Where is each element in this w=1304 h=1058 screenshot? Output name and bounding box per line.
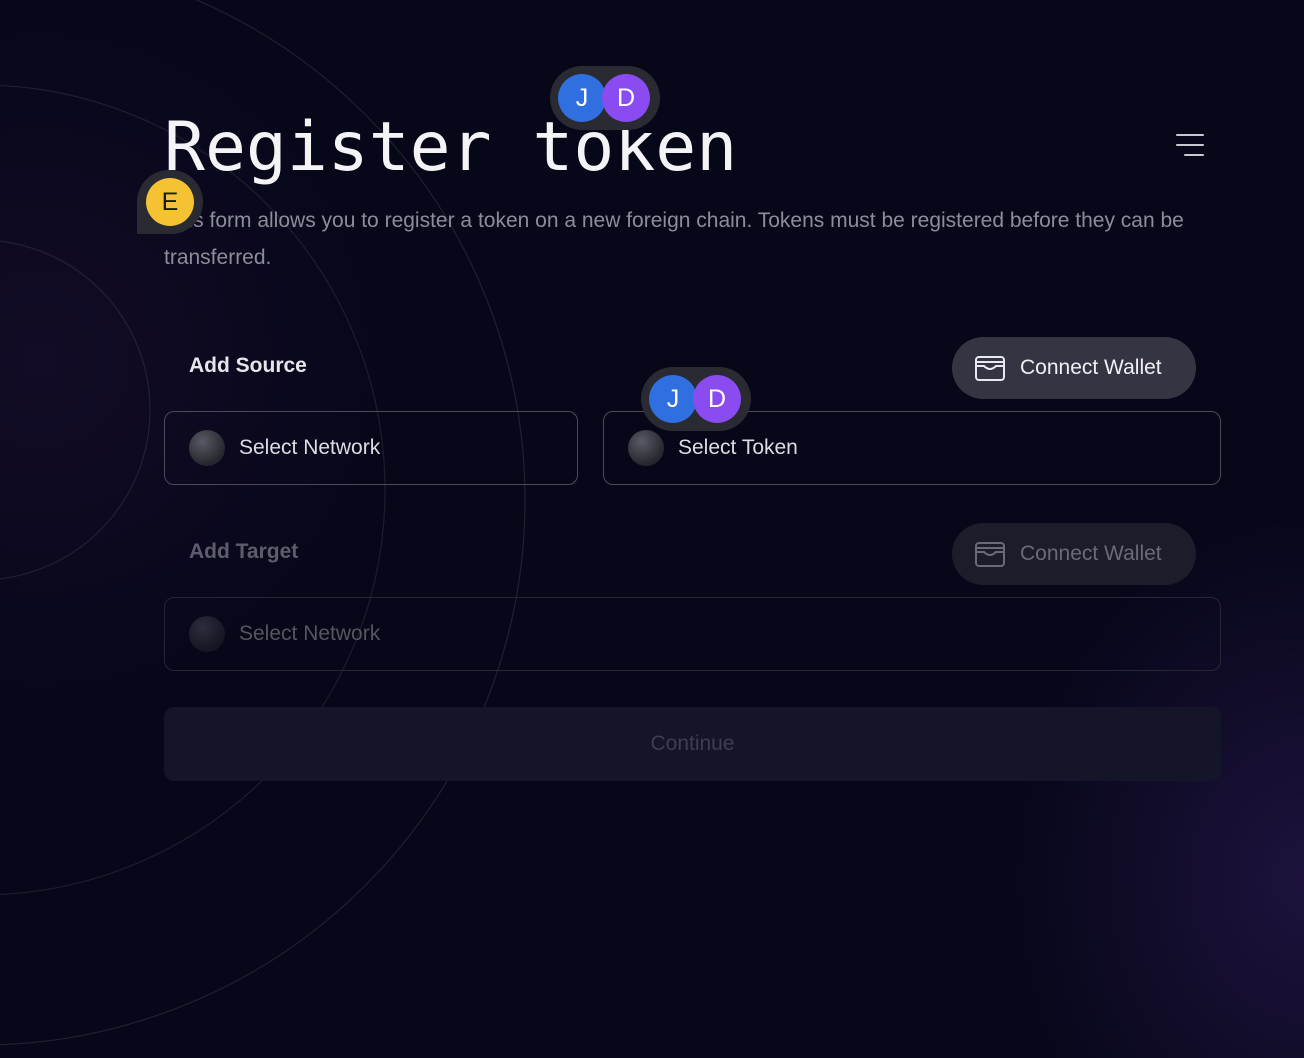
presence-group-field: J D xyxy=(641,367,751,431)
avatar: E xyxy=(146,178,194,226)
network-placeholder-icon xyxy=(189,430,225,466)
menu-button[interactable] xyxy=(1168,126,1212,164)
continue-button[interactable]: Continue xyxy=(164,707,1221,781)
avatar: J xyxy=(558,74,606,122)
token-placeholder-icon xyxy=(628,430,664,466)
target-network-placeholder: Select Network xyxy=(239,622,381,645)
presence-group-title: J D xyxy=(550,66,660,130)
avatar: J xyxy=(649,375,697,423)
source-network-placeholder: Select Network xyxy=(239,436,381,459)
network-placeholder-icon xyxy=(189,616,225,652)
menu-icon xyxy=(1176,134,1204,136)
avatar: D xyxy=(602,74,650,122)
source-network-select[interactable]: Select Network xyxy=(164,411,578,485)
presence-cursor-description: E xyxy=(137,170,203,234)
wallet-icon xyxy=(975,356,1005,381)
target-label: Add Target xyxy=(189,540,299,563)
source-token-placeholder: Select Token xyxy=(678,436,798,459)
avatar: D xyxy=(693,375,741,423)
target-connect-wallet-button[interactable]: Connect Wallet xyxy=(952,523,1196,585)
source-connect-wallet-button[interactable]: Connect Wallet xyxy=(952,337,1196,399)
target-network-select[interactable]: Select Network xyxy=(164,597,1221,671)
target-connect-wallet-label: Connect Wallet xyxy=(1020,542,1162,565)
wallet-icon xyxy=(975,542,1005,567)
source-connect-wallet-label: Connect Wallet xyxy=(1020,356,1162,379)
page-description: This form allows you to register a token… xyxy=(164,209,1184,269)
source-label: Add Source xyxy=(189,354,307,377)
